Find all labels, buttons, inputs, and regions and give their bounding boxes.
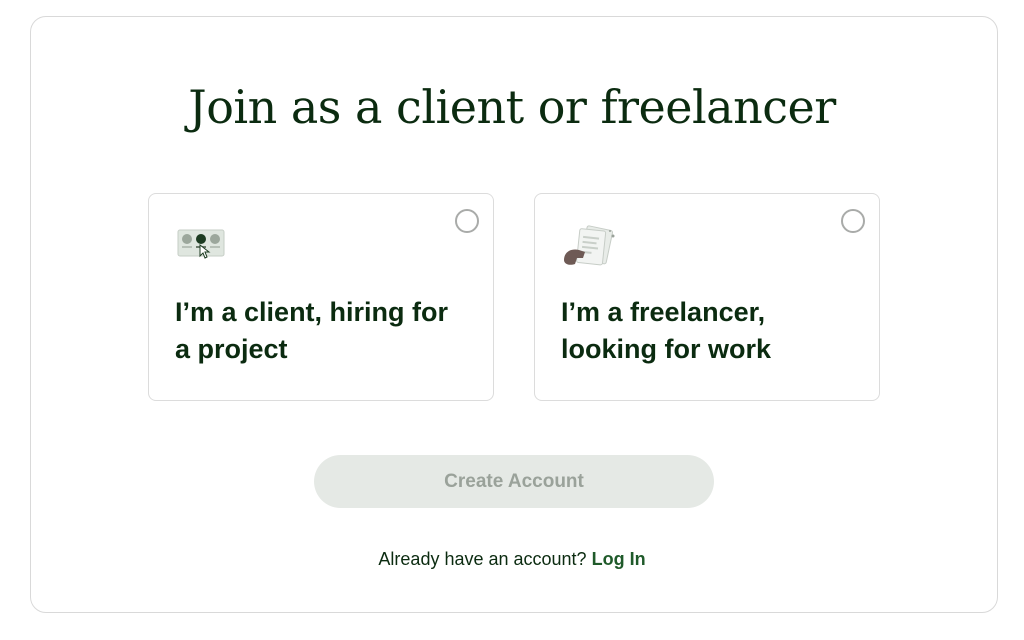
freelancer-option-label-line1: I’m a freelancer, <box>561 297 766 327</box>
freelancer-documents-icon <box>563 224 619 275</box>
login-link[interactable]: Log In <box>592 549 646 569</box>
client-option-label-line2: a project <box>175 334 288 364</box>
client-option-label: I’m a client, hiring for a project <box>175 294 465 368</box>
freelancer-option-label-line2: looking for work <box>561 334 772 364</box>
client-option-card[interactable]: I’m a client, hiring for a project <box>148 193 494 401</box>
freelancer-option-radio[interactable] <box>841 209 865 233</box>
client-option-radio[interactable] <box>455 209 479 233</box>
login-prompt-text: Already have an account? <box>378 549 587 569</box>
freelancer-option-card[interactable]: I’m a freelancer, looking for work <box>534 193 880 401</box>
hiring-illustration-icon <box>177 224 227 265</box>
login-prompt-line: Already have an account? Log In <box>0 549 1024 570</box>
page-title: Join as a client or freelancer <box>188 80 836 134</box>
create-account-button[interactable]: Create Account <box>314 455 714 508</box>
freelancer-option-label: I’m a freelancer, looking for work <box>561 294 851 368</box>
client-option-label-line1: I’m a client, hiring for <box>175 297 449 327</box>
